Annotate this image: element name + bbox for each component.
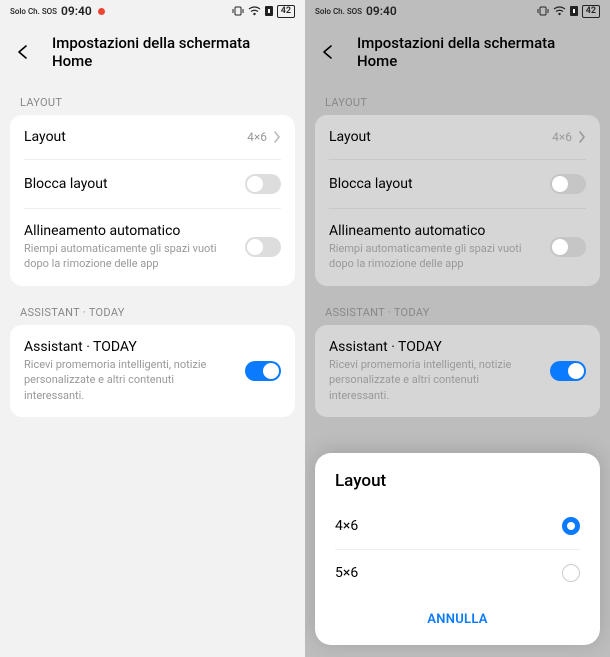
auto-align-title: Allineamento automatico (329, 223, 529, 239)
page-title: Impostazioni della schermata Home (357, 34, 596, 70)
radio-selected-icon (562, 517, 580, 535)
assistant-subtitle: Ricevi promemoria intelligenti, notizie … (329, 357, 529, 403)
option-4x6[interactable]: 4×6 (315, 503, 600, 549)
vibrate-icon (232, 6, 244, 16)
lock-layout-title: Blocca layout (329, 176, 413, 192)
option-5x6[interactable]: 5×6 (315, 550, 600, 596)
auto-align-toggle[interactable] (245, 237, 281, 257)
assistant-card: Assistant · TODAY Ricevi promemoria inte… (10, 325, 295, 417)
section-label-assistant: ASSISTANT · TODAY (0, 298, 305, 325)
layout-card: Layout 4×6 Blocca layout Allineamento au… (315, 115, 600, 286)
assistant-subtitle: Ricevi promemoria intelligenti, notizie … (24, 357, 224, 403)
header: Impostazioni della schermata Home (305, 20, 610, 88)
battery-indicator: 42 (277, 5, 295, 18)
carrier-text: Solo Ch. SOS (315, 7, 362, 16)
carrier-text: Solo Ch. SOS (10, 7, 57, 16)
layout-row[interactable]: Layout 4×6 (10, 115, 295, 159)
layout-picker-sheet: Layout 4×6 5×6 ANNULLA (315, 453, 600, 645)
assistant-title: Assistant · TODAY (329, 339, 529, 355)
assistant-toggle[interactable] (245, 361, 281, 381)
status-right: 42 (537, 5, 600, 18)
header: Impostazioni della schermata Home (0, 20, 305, 88)
wifi-icon (248, 6, 261, 16)
screen-left: Solo Ch. SOS 09:40 42 Impostazioni della… (0, 0, 305, 657)
lock-layout-row[interactable]: Blocca layout (315, 160, 600, 208)
lock-layout-title: Blocca layout (24, 176, 108, 192)
section-label-layout: LAYOUT (305, 88, 610, 115)
auto-align-row[interactable]: Allineamento automatico Riempi automatic… (10, 209, 295, 286)
assistant-toggle[interactable] (550, 361, 586, 381)
arrow-left-icon (14, 42, 34, 62)
auto-align-row[interactable]: Allineamento automatico Riempi automatic… (315, 209, 600, 286)
screen-right: Solo Ch. SOS 09:40 42 Impostazioni della… (305, 0, 610, 657)
layout-row-value: 4×6 (247, 130, 267, 144)
auto-align-toggle[interactable] (550, 237, 586, 257)
assistant-title: Assistant · TODAY (24, 339, 224, 355)
layout-card: Layout 4×6 Blocca layout Allineamento au… (10, 115, 295, 286)
back-button[interactable] (319, 42, 339, 62)
status-right: 42 (232, 5, 295, 18)
chevron-right-icon (578, 130, 586, 144)
lock-layout-toggle[interactable] (245, 174, 281, 194)
auto-align-subtitle: Riempi automaticamente gli spazi vuoti d… (329, 241, 529, 272)
wifi-icon (553, 6, 566, 16)
layout-row-value: 4×6 (552, 130, 572, 144)
lock-layout-toggle[interactable] (550, 174, 586, 194)
lock-layout-row[interactable]: Blocca layout (10, 160, 295, 208)
option-label: 5×6 (335, 565, 358, 581)
status-bar: Solo Ch. SOS 09:40 42 (0, 0, 305, 20)
section-label-assistant: ASSISTANT · TODAY (305, 298, 610, 325)
battery-indicator: 42 (582, 5, 600, 18)
cancel-button[interactable]: ANNULLA (315, 596, 600, 645)
recording-dot-icon (98, 8, 105, 15)
back-button[interactable] (14, 42, 34, 62)
arrow-left-icon (319, 42, 339, 62)
layout-row-title: Layout (329, 129, 371, 145)
clock: 09:40 (61, 4, 92, 18)
option-label: 4×6 (335, 518, 358, 534)
section-label-layout: LAYOUT (0, 88, 305, 115)
radio-unselected-icon (562, 564, 580, 582)
assistant-row[interactable]: Assistant · TODAY Ricevi promemoria inte… (315, 325, 600, 417)
assistant-card: Assistant · TODAY Ricevi promemoria inte… (315, 325, 600, 417)
vibrate-icon (537, 6, 549, 16)
auto-align-subtitle: Riempi automaticamente gli spazi vuoti d… (24, 241, 224, 272)
sheet-title: Layout (315, 471, 600, 503)
status-bar: Solo Ch. SOS 09:40 42 (305, 0, 610, 20)
page-title: Impostazioni della schermata Home (52, 34, 291, 70)
clock: 09:40 (366, 4, 397, 18)
layout-row-title: Layout (24, 129, 66, 145)
battery-saver-icon (570, 6, 578, 16)
layout-row[interactable]: Layout 4×6 (315, 115, 600, 159)
battery-saver-icon (265, 6, 273, 16)
assistant-row[interactable]: Assistant · TODAY Ricevi promemoria inte… (10, 325, 295, 417)
chevron-right-icon (273, 130, 281, 144)
auto-align-title: Allineamento automatico (24, 223, 224, 239)
